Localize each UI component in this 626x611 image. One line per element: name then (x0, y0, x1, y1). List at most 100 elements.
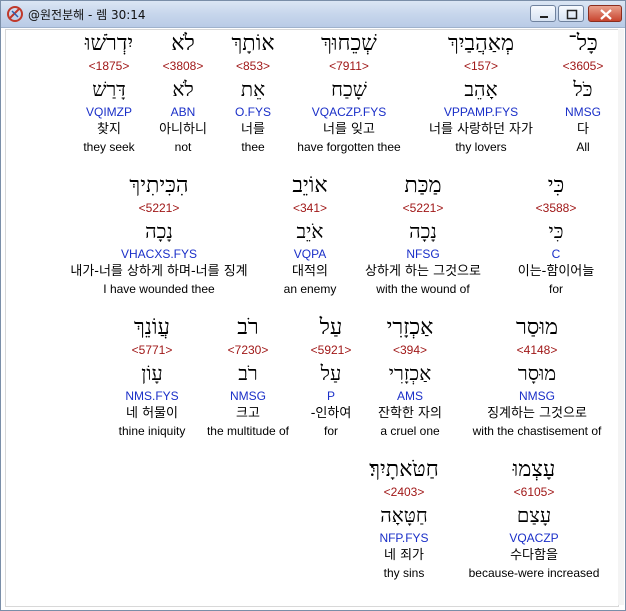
korean-gloss: 이는-함이어늘 (517, 264, 595, 279)
word-column[interactable]: עֲוֹנֵךְ <5771> עָוֹן NMS.FYS 네 허물이 thin… (110, 314, 194, 439)
lemma: נָכָה (409, 219, 437, 243)
hebrew-word: לֹא (171, 31, 195, 56)
word-column[interactable]: עַל <5921> עַל P -인하여 for (305, 314, 357, 439)
strong-number[interactable]: <3605> (553, 58, 613, 74)
word-column[interactable]: מְאַהֲבַיִךְ <157> אָהֵב VPPAMP.FYS 너를 사… (414, 30, 548, 155)
morphology[interactable]: VQACZP (461, 530, 607, 546)
morphology[interactable]: VQACZP.FYS (289, 104, 409, 120)
strong-number[interactable]: <3588> (499, 200, 613, 216)
minimize-button[interactable] (530, 5, 556, 22)
strong-number[interactable]: <5921> (305, 342, 357, 358)
strong-number[interactable]: <7911> (289, 58, 409, 74)
morphology[interactable]: AMS (367, 388, 453, 404)
word-column[interactable]: מַכַּת <5221> נָכָה NFSG 상하게 하는 그것으로 wit… (351, 172, 495, 297)
strong-number[interactable]: <394> (367, 342, 453, 358)
morphology[interactable]: NFP.FYS (358, 530, 450, 546)
morphology[interactable]: C (499, 246, 613, 262)
word-column[interactable]: כָּל־ <3605> כֹּל NMSG 다 All (553, 30, 613, 170)
lemma: עָוֹן (141, 361, 163, 385)
strong-number[interactable]: <2403> (358, 484, 450, 500)
lemma: כִּי (548, 219, 564, 243)
morphology[interactable]: O.FYS (227, 104, 279, 120)
english-gloss: thee (241, 140, 265, 154)
minimize-icon (540, 16, 548, 18)
english-gloss: with the chastisement of (472, 424, 602, 438)
hebrew-word: כִּי (547, 173, 565, 198)
morphology[interactable]: NMSG (200, 388, 296, 404)
morphology[interactable]: P (305, 388, 357, 404)
hebrew-word: אוֹיֵב (292, 173, 328, 198)
lemma: חַטָּאָה (380, 503, 428, 527)
window-title: @원전분해 - 렘 30:14 (28, 8, 146, 22)
hebrew-word: שְׁכֵחוּךְ (321, 31, 377, 56)
word-column[interactable]: עָצְמוּ <6105> עָצַם VQACZP 수다함을 because… (461, 456, 607, 581)
close-icon (600, 9, 612, 20)
word-column[interactable]: אַכְזָרִי <394> אַכְזָרִי AMS 잔학한 자의 a c… (367, 314, 453, 439)
english-gloss: have forgotten thee (297, 140, 401, 154)
korean-gloss: 너를 (241, 122, 265, 137)
english-gloss: the multitude of (206, 424, 290, 438)
strong-number[interactable]: <341> (274, 200, 346, 216)
morphology[interactable]: ABN (151, 104, 215, 120)
korean-gloss: 네 허물이 (126, 406, 178, 421)
morphology[interactable]: VPPAMP.FYS (414, 104, 548, 120)
word-column[interactable]: הִכִּיתִיךְ <5221> נָכָה VHACXS.FYS 내가-너… (48, 172, 270, 297)
word-column[interactable]: יִדְרֹשׁוּ <1875> דָּרַשׁ VQIMZP 찾지 they… (76, 30, 142, 155)
word-column[interactable]: לֹא <3808> לֹא ABN 아니하니 not (151, 30, 215, 155)
word-column[interactable]: שְׁכֵחוּךְ <7911> שָׁכַח VQACZP.FYS 너를 잊… (289, 30, 409, 155)
strong-number[interactable]: <853> (227, 58, 279, 74)
hebrew-word: אַכְזָרִי (386, 315, 434, 340)
word-column[interactable]: מוּסַר <4148> מוּסָר NMSG 징계하는 그것으로 with… (461, 314, 613, 439)
lemma: דָּרַשׁ (92, 77, 126, 101)
lemma: שָׁכַח (331, 77, 367, 101)
hebrew-word: עַל (319, 315, 343, 340)
lemma: מוּסָר (517, 361, 557, 385)
word-column[interactable]: רֹב <7230> רֹב NMSG 크고 the multitude of (200, 314, 296, 439)
morphology[interactable]: VQPA (274, 246, 346, 262)
english-gloss: because-were increased (468, 566, 600, 580)
hebrew-word: כָּל־ (568, 31, 598, 56)
hebrew-word: מַכַּת (404, 173, 442, 198)
strong-number[interactable]: <157> (414, 58, 548, 74)
morphology[interactable]: VHACXS.FYS (48, 246, 270, 262)
hebrew-word: הִכִּיתִיךְ (129, 173, 189, 198)
morphology[interactable]: NFSG (351, 246, 495, 262)
strong-number[interactable]: <1875> (76, 58, 142, 74)
title-bar[interactable]: @원전분해 - 렘 30:14 (1, 1, 625, 28)
close-button[interactable] (588, 5, 622, 22)
strong-number[interactable]: <6105> (461, 484, 607, 500)
strong-number[interactable]: <5771> (110, 342, 194, 358)
morphology[interactable]: VQIMZP (76, 104, 142, 120)
word-column[interactable]: כִּי <3588> כִּי C 이는-함이어늘 for (499, 172, 613, 297)
lemma: כֹּל (573, 77, 593, 101)
english-gloss: All (576, 140, 590, 154)
korean-gloss: -인하여 (310, 406, 352, 421)
word-column[interactable]: אוֹיֵב <341> אֹיֵב VQPA 대적의 an enemy (274, 172, 346, 297)
hebrew-word: יִדְרֹשׁוּ (84, 31, 134, 56)
strong-number[interactable]: <5221> (351, 200, 495, 216)
hebrew-word: עֲוֹנֵךְ (133, 315, 171, 340)
korean-gloss: 징계하는 그것으로 (487, 406, 587, 421)
word-column[interactable]: חַטֹּאתָיִךְ׃ <2403> חַטָּאָה NFP.FYS 네 … (358, 456, 450, 581)
strong-number[interactable]: <7230> (200, 342, 296, 358)
english-gloss: an enemy (283, 282, 337, 296)
english-gloss: not (174, 140, 192, 154)
app-window: @원전분해 - 렘 30:14 כָּל־ <3605> כֹּל NMSG 다… (0, 0, 626, 611)
strong-number[interactable]: <5221> (48, 200, 270, 216)
english-gloss: I have wounded thee (103, 282, 215, 296)
lemma: לֹא (172, 77, 194, 101)
strong-number[interactable]: <4148> (461, 342, 613, 358)
lemma: רֹב (238, 361, 258, 385)
maximize-button[interactable] (558, 5, 584, 22)
hebrew-word: רֹב (237, 315, 259, 340)
morphology[interactable]: NMSG (461, 388, 613, 404)
morphology[interactable]: NMS.FYS (110, 388, 194, 404)
scrollbar[interactable] (618, 29, 624, 605)
english-gloss: thy sins (383, 566, 425, 580)
lemma: אָהֵב (464, 77, 498, 101)
strong-number[interactable]: <3808> (151, 58, 215, 74)
english-gloss: thine iniquity (118, 424, 186, 438)
morphology[interactable]: NMSG (553, 104, 613, 120)
word-column[interactable]: אוֹתָךְ <853> אֵת O.FYS 너를 thee (227, 30, 279, 155)
interlinear-panel: כָּל־ <3605> כֹּל NMSG 다 All מְאַהֲבַיִך… (5, 29, 619, 607)
